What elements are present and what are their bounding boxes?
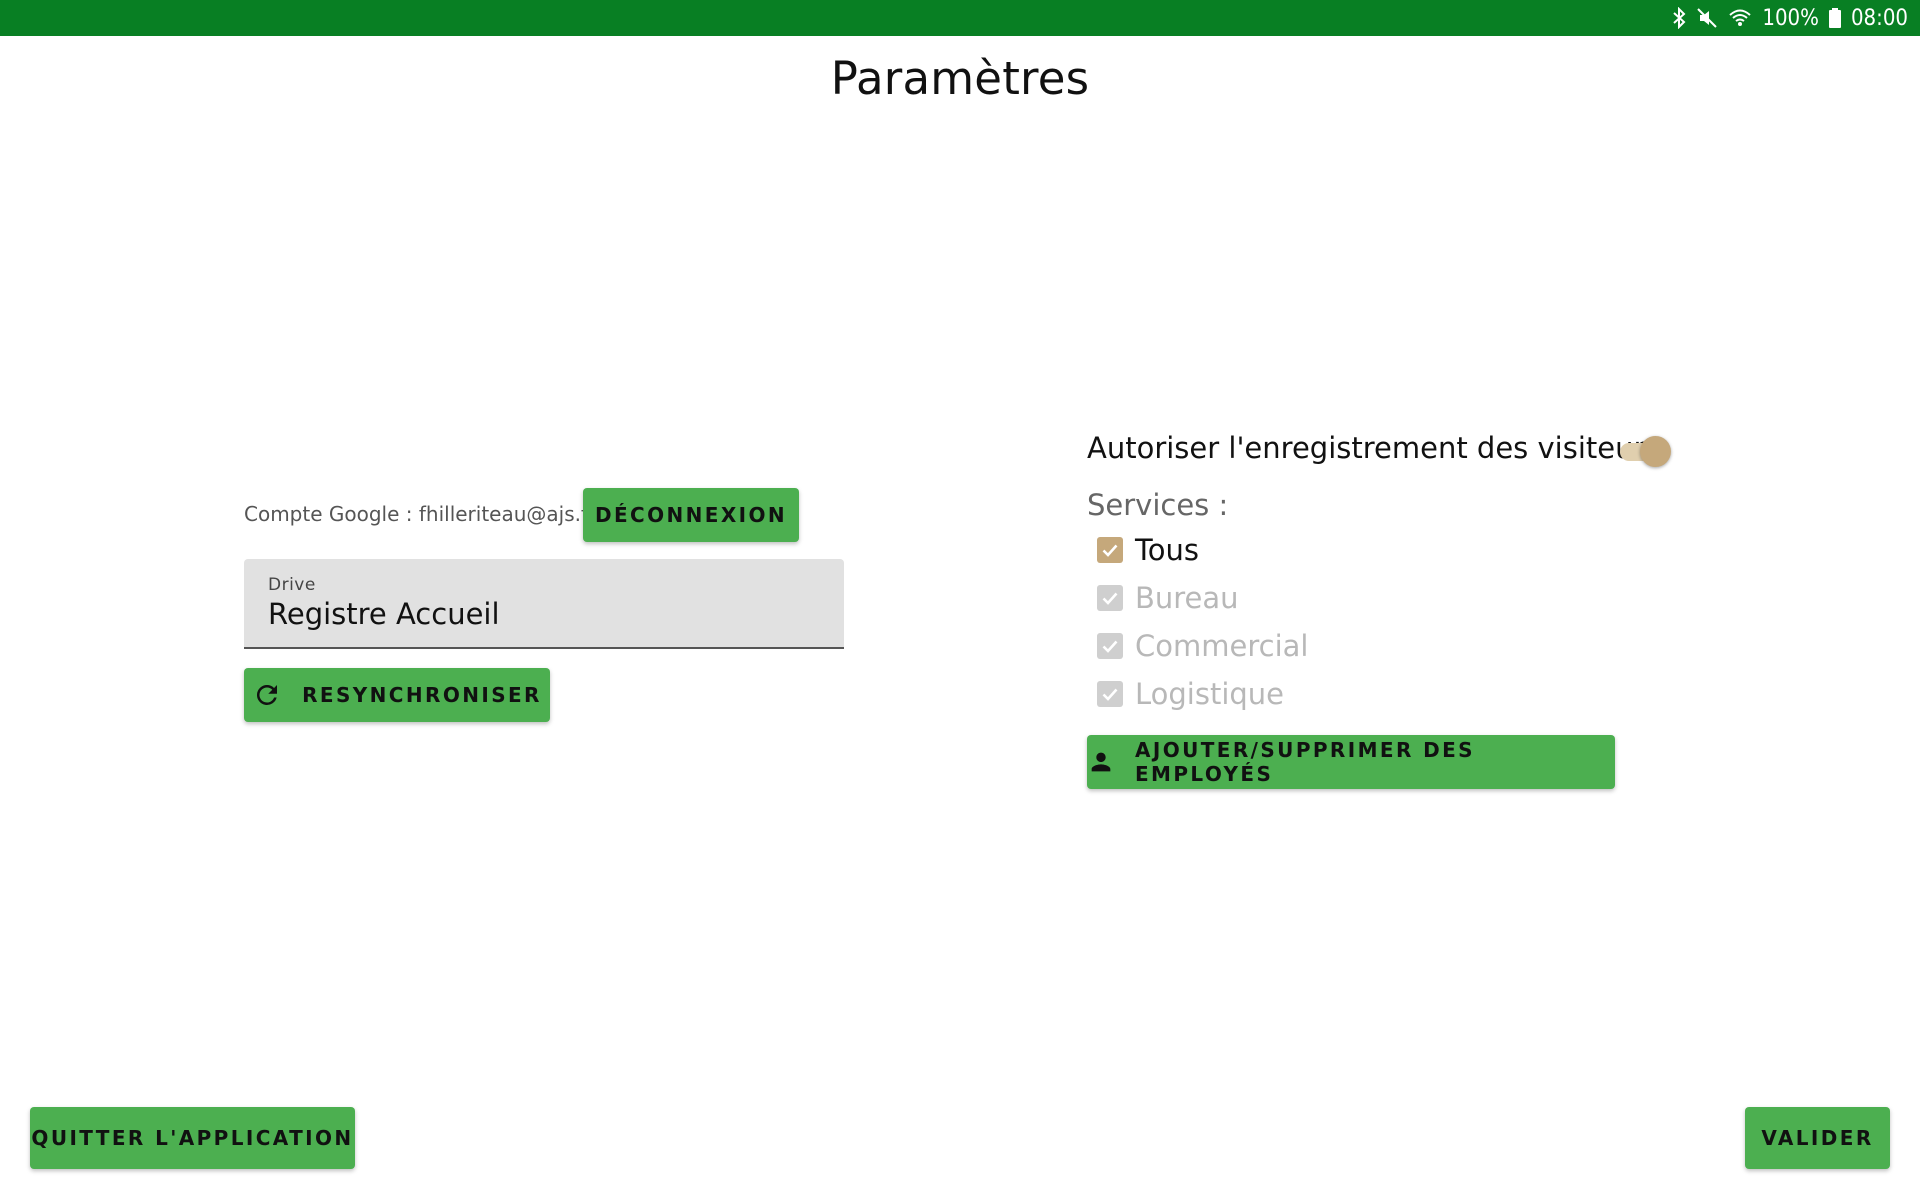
validate-button-label: VALIDER [1761,1126,1874,1150]
service-label: Commercial [1135,629,1309,663]
services-label: Services : [1087,488,1229,522]
resync-button[interactable]: RESYNCHRONISER [244,668,550,722]
person-icon [1087,748,1115,776]
bluetooth-icon [1672,7,1686,29]
drive-field[interactable]: Drive Registre Accueil [244,559,844,649]
clock: 08:00 [1850,5,1908,31]
quit-app-button[interactable]: QUITTER L'APPLICATION [30,1107,355,1169]
wifi-icon [1728,7,1752,29]
service-label: Logistique [1135,677,1285,711]
page-title: Paramètres [830,52,1090,105]
google-account-label: Compte Google : fhilleriteau@ajs.fr [244,502,597,526]
checkbox-checked-icon [1097,633,1123,659]
service-checkbox-bureau: Bureau [1097,578,1239,618]
quit-app-button-label: QUITTER L'APPLICATION [31,1126,354,1150]
service-checkbox-commercial: Commercial [1097,626,1308,666]
resync-button-label: RESYNCHRONISER [302,683,542,707]
drive-field-label: Drive [268,575,316,595]
service-label: Bureau [1135,581,1239,615]
checkbox-checked-icon [1097,537,1123,563]
status-icons: 100% 08:00 [1672,0,1908,36]
checkbox-checked-icon [1097,681,1123,707]
logout-button-label: DÉCONNEXION [594,503,788,527]
manage-employees-button[interactable]: AJOUTER/SUPPRIMER DES EMPLOYÉS [1087,735,1615,789]
drive-field-value: Registre Accueil [268,597,500,631]
status-bar: 100% 08:00 [0,0,1920,36]
checkbox-checked-icon [1097,585,1123,611]
manage-employees-button-label: AJOUTER/SUPPRIMER DES EMPLOYÉS [1135,738,1475,786]
logout-button[interactable]: DÉCONNEXION [583,488,799,542]
visitors-registration-toggle[interactable] [1620,435,1671,467]
refresh-icon [252,680,282,710]
service-checkbox-logistique: Logistique [1097,674,1284,714]
battery-icon [1828,8,1841,28]
validate-button[interactable]: VALIDER [1745,1107,1890,1169]
service-checkbox-tous[interactable]: Tous [1097,530,1199,570]
service-label: Tous [1135,533,1200,567]
battery-percent: 100% [1762,5,1819,31]
toggle-thumb [1640,436,1671,467]
visitors-registration-label: Autoriser l'enregistrement des visiteurs [1087,431,1661,465]
mute-icon [1696,7,1718,29]
